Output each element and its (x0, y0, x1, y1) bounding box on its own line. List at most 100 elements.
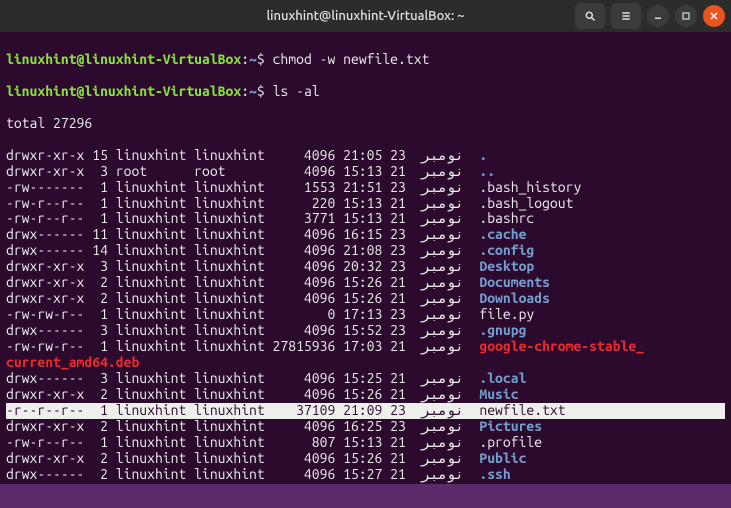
file-month: نومبر (422, 338, 464, 354)
file-month: نومبر (422, 210, 464, 226)
file-meta: drwxr-xr-x 2 linuxhint linuxhint 4096 15… (6, 386, 422, 402)
file-name: Public (479, 450, 526, 466)
file-month: نومبر (422, 226, 464, 242)
file-name: Desktop (479, 258, 534, 274)
file-month: نومبر (422, 434, 464, 450)
list-item: -rw-r--r-- 1 linuxhint linuxhint 807 15:… (6, 435, 725, 451)
file-month: نومبر (422, 195, 464, 211)
list-item: drwxr-xr-x 2 linuxhint linuxhint 4096 16… (6, 419, 725, 435)
file-name: .config (479, 242, 534, 258)
file-month: نومبر (422, 179, 464, 195)
list-item: drwxr-xr-x 2 linuxhint linuxhint 4096 15… (6, 275, 725, 291)
prompt-user-host: linuxhint@linuxhint-VirtualBox (6, 83, 241, 99)
file-name: .bashrc (479, 210, 534, 226)
file-month: نومبر (422, 147, 464, 163)
prompt-sep: : (241, 51, 249, 67)
file-name: Pictures (479, 418, 542, 434)
prompt-path: ~ (249, 83, 257, 99)
prompt-dollar: $ (257, 83, 273, 99)
file-name: .bash_logout (479, 195, 573, 211)
search-icon[interactable] (575, 3, 605, 29)
titlebar-controls (575, 3, 725, 29)
prompt-path: ~ (249, 51, 257, 67)
list-item: -r--r--r-- 1 linuxhint linuxhint 37109 2… (6, 403, 725, 419)
file-month: نومبر (422, 242, 464, 258)
file-name: .gnupg (479, 322, 526, 338)
prompt-user-host: linuxhint@linuxhint-VirtualBox (6, 51, 241, 67)
file-meta: drwxr-xr-x 3 linuxhint linuxhint 4096 20… (6, 258, 422, 274)
file-name: .local (479, 370, 526, 386)
file-meta: drwx------ 3 linuxhint linuxhint 4096 15… (6, 370, 422, 386)
file-meta: drwx------ 14 linuxhint linuxhint 4096 2… (6, 242, 422, 258)
list-item-wrap: current_amd64.deb (6, 355, 725, 371)
file-name: . (479, 147, 487, 163)
file-meta: -r--r--r-- 1 linuxhint linuxhint 37109 2… (6, 402, 422, 418)
desktop-strip (0, 484, 731, 508)
list-item: drwx------ 3 linuxhint linuxhint 4096 15… (6, 323, 725, 339)
file-name: current_amd64.deb (6, 354, 139, 370)
file-meta: -rw-r--r-- 1 linuxhint linuxhint 807 15:… (6, 434, 422, 450)
file-meta: drwxr-xr-x 2 linuxhint linuxhint 4096 15… (6, 274, 422, 290)
window-titlebar: linuxhint@linuxhint-VirtualBox: ~ (0, 0, 731, 32)
list-item: -rw------- 1 linuxhint linuxhint 1553 21… (6, 180, 725, 196)
prompt-line: linuxhint@linuxhint-VirtualBox:~$ chmod … (6, 52, 725, 68)
file-meta: drwxr-xr-x 2 linuxhint linuxhint 4096 16… (6, 418, 422, 434)
file-meta: drwx------ 11 linuxhint linuxhint 4096 1… (6, 226, 422, 242)
file-name: .. (479, 163, 495, 179)
file-month: نومبر (422, 274, 464, 290)
file-month: نومبر (422, 450, 464, 466)
list-item: drwxr-xr-x 2 linuxhint linuxhint 4096 15… (6, 291, 725, 307)
file-meta: drwx------ 2 linuxhint linuxhint 4096 15… (6, 466, 422, 482)
window-title: linuxhint@linuxhint-VirtualBox: ~ (266, 9, 464, 23)
hamburger-icon[interactable] (611, 3, 641, 29)
file-meta: drwx------ 3 linuxhint linuxhint 4096 15… (6, 322, 422, 338)
file-month: نومبر (422, 402, 464, 418)
file-month: نومبر (422, 386, 464, 402)
list-item: drwxr-xr-x 15 linuxhint linuxhint 4096 2… (6, 148, 725, 164)
prompt-sep: : (241, 83, 249, 99)
file-month: نومبر (422, 258, 464, 274)
terminal-output[interactable]: linuxhint@linuxhint-VirtualBox:~$ chmod … (0, 32, 731, 505)
file-month: نومبر (422, 322, 464, 338)
list-item: drwxr-xr-x 2 linuxhint linuxhint 4096 15… (6, 387, 725, 403)
file-meta: drwxr-xr-x 3 root root 4096 15:13 21 (6, 163, 422, 179)
file-meta: -rw-r--r-- 1 linuxhint linuxhint 220 15:… (6, 195, 422, 211)
file-meta: drwxr-xr-x 2 linuxhint linuxhint 4096 15… (6, 290, 422, 306)
minimize-button[interactable] (647, 5, 669, 27)
file-month: نومبر (422, 163, 464, 179)
list-item: drwxr-xr-x 3 root root 4096 15:13 21 نوم… (6, 164, 725, 180)
file-meta: -rw-rw-r-- 1 linuxhint linuxhint 0 17:13… (6, 306, 422, 322)
file-name: .cache (479, 226, 526, 242)
maximize-button[interactable] (675, 5, 697, 27)
file-month: نومبر (422, 466, 464, 482)
file-name: google-chrome-stable_ (479, 338, 644, 354)
file-meta: drwxr-xr-x 2 linuxhint linuxhint 4096 15… (6, 450, 422, 466)
list-item: -rw-r--r-- 1 linuxhint linuxhint 3771 15… (6, 211, 725, 227)
file-month: نومبر (422, 290, 464, 306)
file-listing: drwxr-xr-x 15 linuxhint linuxhint 4096 2… (6, 148, 725, 483)
total-line: total 27296 (6, 116, 725, 132)
file-month: نومبر (422, 306, 464, 322)
list-item: -rw-rw-r-- 1 linuxhint linuxhint 2781593… (6, 339, 725, 355)
list-item: drwx------ 2 linuxhint linuxhint 4096 15… (6, 467, 725, 483)
file-name: .bash_history (479, 179, 581, 195)
close-button[interactable] (703, 5, 725, 27)
file-name: Music (479, 386, 518, 402)
prompt-line: linuxhint@linuxhint-VirtualBox:~$ ls -al (6, 84, 725, 100)
list-item: drwx------ 3 linuxhint linuxhint 4096 15… (6, 371, 725, 387)
file-meta: -rw-rw-r-- 1 linuxhint linuxhint 2781593… (6, 338, 422, 354)
file-name: file.py (479, 306, 534, 322)
list-item: -rw-rw-r-- 1 linuxhint linuxhint 0 17:13… (6, 307, 725, 323)
file-name: Documents (479, 274, 550, 290)
command-text: ls -al (273, 83, 320, 99)
list-item: drwx------ 14 linuxhint linuxhint 4096 2… (6, 243, 725, 259)
file-month: نومبر (422, 418, 464, 434)
prompt-dollar: $ (257, 51, 273, 67)
file-month: نومبر (422, 370, 464, 386)
list-item: -rw-r--r-- 1 linuxhint linuxhint 220 15:… (6, 196, 725, 212)
file-name: .profile (479, 434, 542, 450)
file-name: .ssh (479, 466, 510, 482)
file-name: newfile.txt (479, 402, 565, 418)
file-meta: drwxr-xr-x 15 linuxhint linuxhint 4096 2… (6, 147, 422, 163)
file-meta: -rw-r--r-- 1 linuxhint linuxhint 3771 15… (6, 210, 422, 226)
